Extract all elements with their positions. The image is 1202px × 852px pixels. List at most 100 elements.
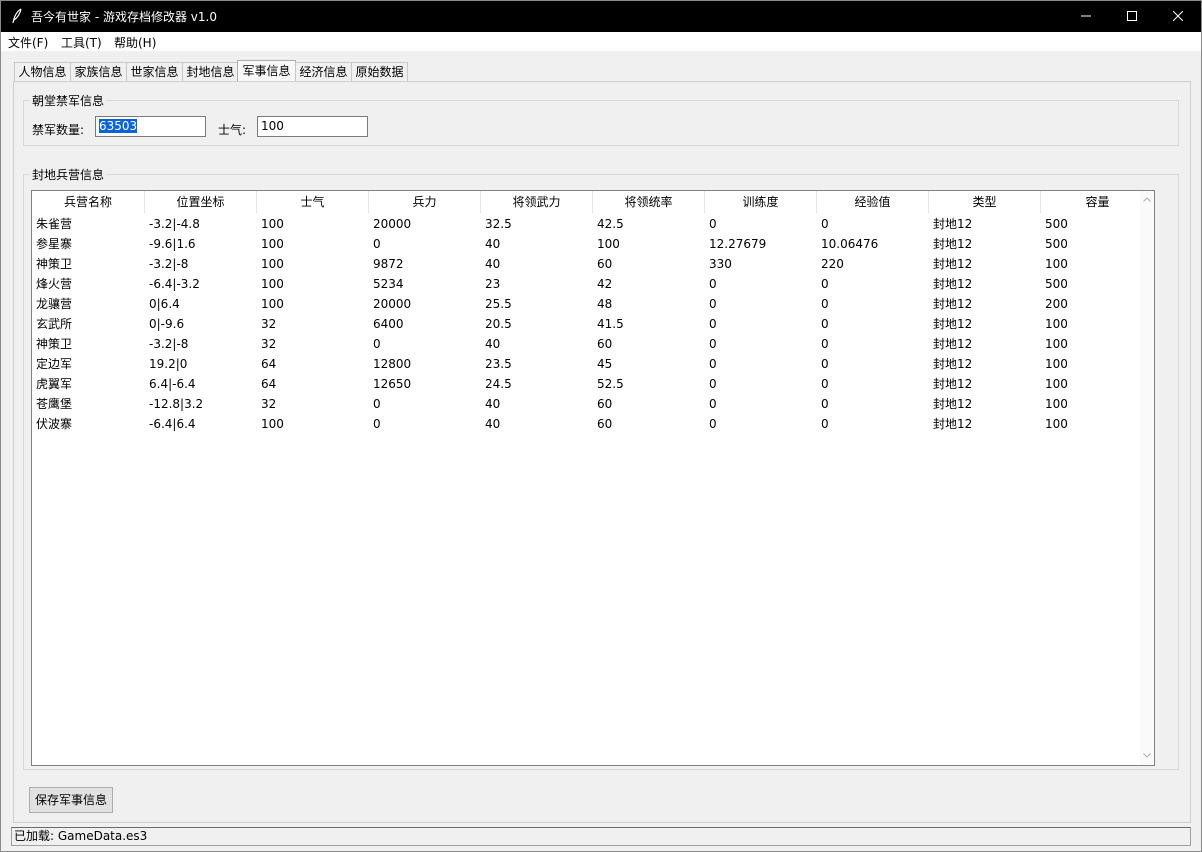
table-row[interactable]: 苍鹰堡 -12.8|3.2 32 0 40 60 0 0 封地12 100 <box>32 394 1140 414</box>
table-row[interactable]: 神策卫 -3.2|-8 32 0 40 60 0 0 封地12 100 <box>32 334 1140 354</box>
table-cell: 40 <box>485 237 501 251</box>
guard-count-label: 禁军数量: <box>32 123 85 137</box>
table-cell: 封地12 <box>933 277 973 291</box>
minimize-button[interactable] <box>1063 1 1109 32</box>
table-cell: 0 <box>709 317 717 331</box>
table-cell: 100 <box>261 217 284 231</box>
column-header[interactable]: 容量 <box>1041 191 1154 213</box>
column-header[interactable]: 经验值 <box>817 191 929 213</box>
table-cell: 25.5 <box>485 297 512 311</box>
table-cell: 0 <box>373 397 381 411</box>
guard-morale-label: 士气: <box>218 123 247 137</box>
table-cell: 0 <box>709 357 717 371</box>
table-cell: 60 <box>597 257 613 271</box>
table-cell: 40 <box>485 417 501 431</box>
window-title: 吾今有世家 - 游戏存档修改器 v1.0 <box>31 10 217 24</box>
table-row[interactable]: 虎翼军 6.4|-6.4 64 12650 24.5 52.5 0 0 封地12 100 <box>32 374 1140 394</box>
table-header: 兵营名称 位置坐标 士气 兵力 将领武力 将领统率 训练度 经验值 类型 容量 <box>32 191 1154 213</box>
table-cell: 0 <box>821 297 829 311</box>
table-row[interactable]: 龙骧营 0|6.4 100 20000 25.5 48 0 0 封地12 200 <box>32 294 1140 314</box>
menu-help[interactable]: 帮助(H) <box>114 34 156 51</box>
table-cell: 19.2|0 <box>149 357 188 371</box>
column-header[interactable]: 将领武力 <box>481 191 593 213</box>
court-guard-title: 朝堂禁军信息 <box>30 92 107 109</box>
table-cell: 10.06476 <box>821 237 879 251</box>
column-header[interactable]: 训练度 <box>705 191 817 213</box>
tab-economy[interactable]: 经济信息 <box>295 62 352 82</box>
barracks-table[interactable]: 兵营名称 位置坐标 士气 兵力 将领武力 将领统率 训练度 经验值 类型 容量 … <box>31 190 1155 766</box>
table-cell: 0 <box>821 337 829 351</box>
table-cell: 100 <box>261 297 284 311</box>
save-military-button[interactable]: 保存军事信息 <box>29 787 113 813</box>
table-row[interactable]: 烽火营 -6.4|-3.2 100 5234 23 42 0 0 封地12 500 <box>32 274 1140 294</box>
table-cell: 0 <box>373 417 381 431</box>
maximize-icon <box>1127 11 1137 21</box>
table-cell: 100 <box>261 237 284 251</box>
vertical-scrollbar[interactable] <box>1140 191 1154 765</box>
table-row[interactable]: 玄武所 0|-9.6 32 6400 20.5 41.5 0 0 封地12 100 <box>32 314 1140 334</box>
table-cell: 32 <box>261 317 277 331</box>
column-header[interactable]: 士气 <box>257 191 369 213</box>
table-cell: 200 <box>1045 297 1068 311</box>
table-cell: 玄武所 <box>36 317 73 331</box>
table-cell: 封地12 <box>933 237 973 251</box>
table-cell: 封地12 <box>933 217 973 231</box>
table-cell: 0 <box>709 417 717 431</box>
table-row[interactable]: 朱雀营 -3.2|-4.8 100 20000 32.5 42.5 0 0 封地12 500 <box>32 214 1140 234</box>
table-cell: -3.2|-8 <box>149 337 189 351</box>
table-cell: 100 <box>597 237 620 251</box>
table-cell: 60 <box>597 337 613 351</box>
table-cell: 20000 <box>373 217 412 231</box>
table-cell: 封地12 <box>933 297 973 311</box>
table-cell: 100 <box>261 257 284 271</box>
maximize-button[interactable] <box>1109 1 1155 32</box>
column-header[interactable]: 将领统率 <box>593 191 705 213</box>
table-cell: 0 <box>709 397 717 411</box>
app-window: 吾今有世家 - 游戏存档修改器 v1.0 文件(F) 工具(T) 帮助(H) 人… <box>0 0 1202 852</box>
tab-family[interactable]: 家族信息 <box>70 62 127 82</box>
chevron-down-icon[interactable] <box>1143 753 1151 758</box>
table-cell: 烽火营 <box>36 277 73 291</box>
tab-fief[interactable]: 封地信息 <box>182 62 239 82</box>
table-row[interactable]: 定边军 19.2|0 64 12800 23.5 45 0 0 封地12 100 <box>32 354 1140 374</box>
table-cell: 封地12 <box>933 377 973 391</box>
status-bar: 已加载: GameData.es3 <box>11 827 1191 846</box>
tab-raw-data[interactable]: 原始数据 <box>351 62 408 82</box>
table-cell: 500 <box>1045 277 1068 291</box>
table-cell: 0 <box>709 277 717 291</box>
close-button[interactable] <box>1155 1 1201 32</box>
chevron-up-icon[interactable] <box>1143 197 1151 202</box>
table-cell: 伏波寨 <box>36 417 73 431</box>
table-cell: 封地12 <box>933 317 973 331</box>
column-header[interactable]: 类型 <box>929 191 1041 213</box>
table-cell: 24.5 <box>485 377 512 391</box>
table-cell: 0 <box>373 337 381 351</box>
column-header[interactable]: 兵营名称 <box>32 191 145 213</box>
table-row[interactable]: 神策卫 -3.2|-8 100 9872 40 60 330 220 封地12 100 <box>32 254 1140 274</box>
table-row[interactable]: 伏波寨 -6.4|6.4 100 0 40 60 0 0 封地12 100 <box>32 414 1140 434</box>
table-cell: 52.5 <box>597 377 624 391</box>
column-header[interactable]: 兵力 <box>369 191 481 213</box>
guard-morale-input[interactable]: 100 <box>257 116 368 137</box>
table-cell: 100 <box>261 417 284 431</box>
table-row[interactable]: 参星寨 -9.6|1.6 100 0 40 100 12.27679 10.06476 封地12… <box>32 234 1140 254</box>
table-cell: 40 <box>485 337 501 351</box>
menu-file[interactable]: 文件(F) <box>8 34 48 51</box>
table-cell: 100 <box>1045 397 1068 411</box>
table-cell: 神策卫 <box>36 337 73 351</box>
table-cell: 100 <box>261 277 284 291</box>
table-cell: -6.4|6.4 <box>149 417 196 431</box>
barracks-title: 封地兵营信息 <box>30 166 107 183</box>
tab-military[interactable]: 军事信息 <box>237 60 296 83</box>
guard-count-input[interactable]: 63503 <box>95 116 206 137</box>
column-header[interactable]: 位置坐标 <box>145 191 257 213</box>
table-cell: 封地12 <box>933 337 973 351</box>
title-bar[interactable]: 吾今有世家 - 游戏存档修改器 v1.0 <box>1 1 1201 32</box>
table-cell: 参星寨 <box>36 237 73 251</box>
tab-character[interactable]: 人物信息 <box>14 62 71 82</box>
menu-tools[interactable]: 工具(T) <box>61 34 102 51</box>
table-cell: 100 <box>1045 337 1068 351</box>
tab-clan[interactable]: 世家信息 <box>126 62 183 82</box>
table-cell: 64 <box>261 377 277 391</box>
table-cell: 42 <box>597 277 613 291</box>
